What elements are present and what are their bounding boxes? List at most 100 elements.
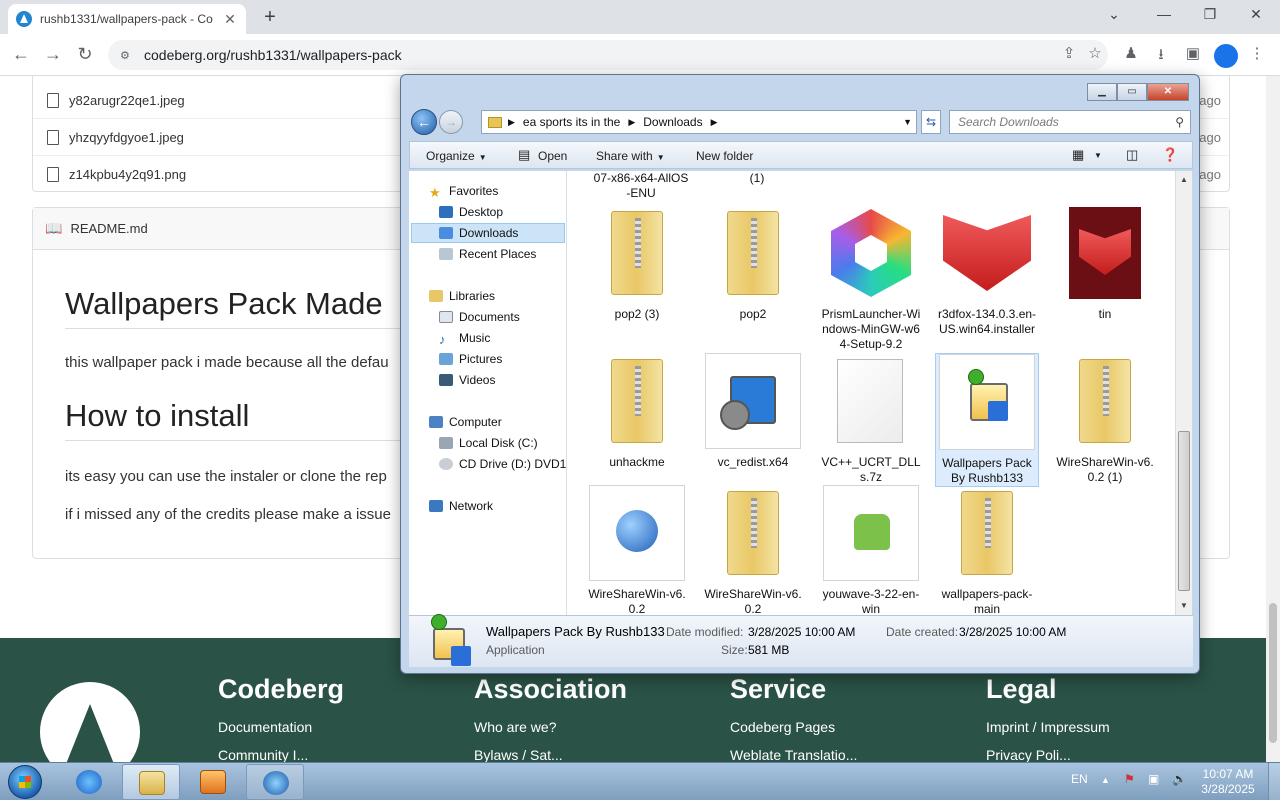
file-view-scrollbar[interactable]: ▲ ▼	[1175, 171, 1192, 615]
forward-icon[interactable]: →	[42, 44, 64, 65]
file-item[interactable]: PrismLauncher-Windows-MinGW-w64-Setup-9.…	[819, 205, 923, 352]
file-item[interactable]: wallpapers-pack-main	[935, 485, 1039, 615]
nav-videos[interactable]: Videos	[439, 370, 495, 390]
open-icon[interactable]: ▤	[518, 147, 530, 163]
profile-avatar[interactable]	[1214, 44, 1238, 68]
file-item[interactable]: tin	[1053, 205, 1157, 322]
refresh-icon[interactable]: ⇆	[921, 110, 941, 134]
close-icon[interactable]: ✕	[1246, 6, 1266, 23]
organize-button[interactable]: Organize ▼	[426, 149, 487, 163]
search-icon[interactable]: ⚲	[1175, 115, 1184, 129]
search-input[interactable]: Search Downloads ⚲	[949, 110, 1191, 134]
file-item[interactable]: r3dfox-134.0.3.en-US.win64.installer	[935, 205, 1039, 337]
back-icon[interactable]: ←	[10, 44, 32, 65]
taskbar-media-player[interactable]	[184, 764, 242, 800]
bookmark-star-icon[interactable]: ☆	[1084, 44, 1106, 62]
chevron-right-icon[interactable]: ▶	[711, 117, 718, 128]
nav-recent-places[interactable]: Recent Places	[439, 244, 536, 264]
file-item[interactable]: youwave-3-22-en-win	[819, 485, 923, 615]
nav-favorites[interactable]: ★ Favorites	[429, 181, 498, 201]
taskbar-explorer[interactable]	[122, 764, 180, 800]
file-name[interactable]: yhzqyyfdgyoe1.jpeg	[69, 130, 184, 145]
menu-icon[interactable]: ⋮	[1246, 44, 1268, 62]
scroll-thumb[interactable]	[1178, 431, 1190, 591]
volume-muted-icon[interactable]: 🔈	[1172, 772, 1187, 786]
footer-link[interactable]: Community I...	[218, 747, 344, 762]
share-with-button[interactable]: Share with ▼	[596, 149, 665, 163]
footer-link[interactable]: Codeberg Pages	[730, 719, 857, 735]
address-bar[interactable]: ▶ ea sports its in the ▶ Downloads ▶ ▼	[481, 110, 917, 134]
footer-link[interactable]: Privacy Poli...	[986, 747, 1110, 762]
browser-tab[interactable]: rushb1331/wallpapers-pack - Co ✕	[8, 4, 246, 34]
action-center-icon[interactable]: ⚑	[1124, 772, 1135, 786]
file-item-selected[interactable]: Wallpapers Pack By Rushb133	[935, 353, 1039, 487]
nav-desktop[interactable]: Desktop	[439, 202, 503, 222]
extensions-icon[interactable]: ♟	[1120, 44, 1142, 62]
download-icon[interactable]: ⭳	[1150, 44, 1172, 69]
file-item[interactable]: vc_redist.x64	[701, 353, 805, 470]
show-desktop-button[interactable]	[1268, 763, 1280, 800]
nav-computer[interactable]: Computer	[429, 412, 502, 432]
share-icon[interactable]: ⇪	[1058, 44, 1080, 62]
new-tab-button[interactable]: +	[258, 6, 282, 29]
site-info-icon[interactable]: ⚙	[120, 49, 134, 62]
scroll-down-icon[interactable]: ▼	[1180, 601, 1188, 610]
back-arrow-icon[interactable]: ←	[411, 109, 437, 135]
footer-link[interactable]: Bylaws / Sat...	[474, 747, 627, 762]
footer-link[interactable]: Weblate Translatio...	[730, 747, 857, 762]
preview-pane-icon[interactable]: ◫	[1126, 147, 1138, 163]
restore-icon[interactable]: ❐	[1200, 6, 1220, 23]
file-item-label-partial[interactable]: 07-x86-x64-AllOS -ENU	[589, 171, 693, 201]
forward-arrow-icon[interactable]: →	[439, 110, 463, 134]
page-scroll-thumb[interactable]	[1269, 603, 1277, 743]
file-name[interactable]: y82arugr22qe1.jpeg	[69, 93, 185, 108]
language-indicator[interactable]: EN	[1071, 772, 1088, 786]
nav-music[interactable]: ♪ Music	[439, 328, 490, 348]
minimize-icon[interactable]: ▁	[1087, 83, 1117, 101]
reload-icon[interactable]: ↻	[74, 44, 96, 65]
file-item[interactable]: pop2 (3)	[585, 205, 689, 322]
taskbar-internet-explorer[interactable]	[60, 764, 118, 800]
close-icon[interactable]: ✕	[1147, 83, 1189, 101]
nav-pictures[interactable]: Pictures	[439, 349, 502, 369]
nav-cd-drive[interactable]: CD Drive (D:) DVD1	[439, 454, 566, 474]
file-item-label-partial[interactable]: (1)	[705, 171, 809, 186]
file-item[interactable]: WireShareWin-v6.0.2	[701, 485, 805, 615]
chevron-down-icon[interactable]: ▼	[1094, 151, 1102, 160]
new-folder-button[interactable]: New folder	[696, 149, 753, 163]
file-item[interactable]: WireShareWin-v6.0.2	[585, 485, 689, 615]
start-button[interactable]	[8, 765, 42, 799]
show-hidden-icons-icon[interactable]: ▲	[1101, 775, 1110, 785]
nav-libraries[interactable]: Libraries	[429, 286, 495, 306]
nav-network[interactable]: Network	[429, 496, 493, 516]
minimize-icon[interactable]: —	[1154, 6, 1174, 22]
view-options-icon[interactable]: ▦	[1072, 147, 1084, 163]
footer-link[interactable]: Who are we?	[474, 719, 627, 735]
clock[interactable]: 10:07 AM 3/28/2025	[1196, 767, 1260, 797]
taskbar-browser[interactable]	[246, 764, 304, 800]
file-item[interactable]: VC++_UCRT_DLLs.7z	[819, 353, 923, 485]
page-scrollbar[interactable]	[1266, 76, 1280, 762]
nav-downloads[interactable]: Downloads	[411, 223, 565, 243]
nav-local-disk[interactable]: Local Disk (C:)	[439, 433, 538, 453]
maximize-icon[interactable]: ▭	[1117, 83, 1147, 101]
codeberg-logo[interactable]	[40, 682, 140, 762]
chevron-down-icon[interactable]: ▼	[903, 117, 912, 127]
scroll-up-icon[interactable]: ▲	[1180, 175, 1188, 184]
help-icon[interactable]: ❓	[1162, 147, 1178, 163]
open-button[interactable]: Open	[538, 149, 567, 163]
file-item[interactable]: pop2	[701, 205, 805, 322]
network-tray-icon[interactable]: ▣	[1148, 772, 1159, 786]
file-name[interactable]: z14kpbu4y2q91.png	[69, 167, 186, 182]
file-item[interactable]: WireShareWin-v6.0.2 (1)	[1053, 353, 1157, 485]
tab-search-icon[interactable]: ⌄	[1104, 6, 1124, 23]
nav-documents[interactable]: Documents	[439, 307, 520, 327]
side-panel-icon[interactable]: ▣	[1182, 44, 1204, 62]
footer-link[interactable]: Documentation	[218, 719, 344, 735]
breadcrumb-item[interactable]: Downloads	[643, 115, 702, 129]
footer-link[interactable]: Imprint / Impressum	[986, 719, 1110, 735]
breadcrumb-item[interactable]: ea sports its in the	[523, 115, 620, 129]
tab-close-icon[interactable]: ✕	[222, 11, 238, 28]
file-item[interactable]: unhackme	[585, 353, 689, 470]
address-bar[interactable]: ⚙ codeberg.org/rushb1331/wallpapers-pack	[108, 40, 1108, 70]
